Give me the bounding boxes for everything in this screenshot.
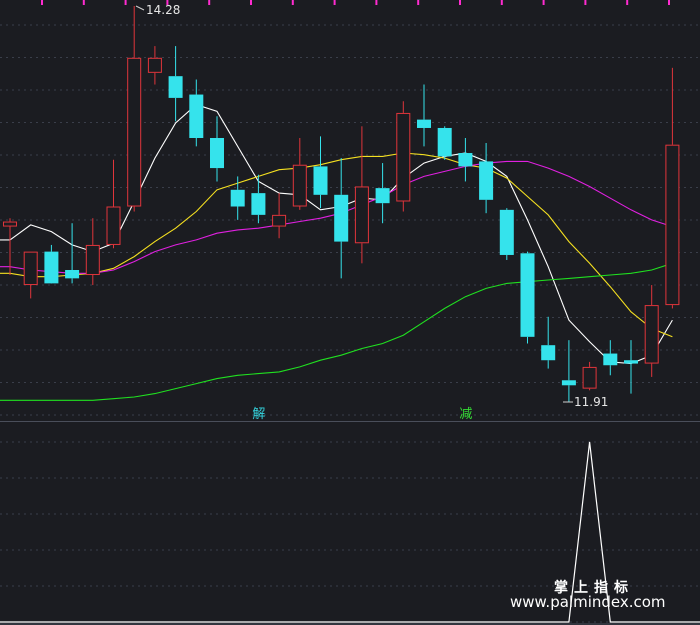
candle-body-down <box>189 94 204 138</box>
chart-canvas: 14.28 11.91 解 减 掌上指标 www.palmindex.com <box>0 0 700 625</box>
candle-body-up <box>644 305 659 364</box>
candle-body-down <box>210 138 224 169</box>
candle <box>396 101 411 212</box>
candle-body-up <box>396 112 411 202</box>
candle-body-up <box>147 57 162 73</box>
candle-body-down <box>417 119 431 128</box>
candle-body-up <box>3 221 17 227</box>
candle-body-down <box>479 161 494 200</box>
candle-body-up <box>127 57 142 207</box>
candle <box>499 208 514 260</box>
low-annotation-label: 11.91 <box>574 395 608 409</box>
candle-body-down <box>375 188 390 204</box>
candle-body-up <box>354 186 369 244</box>
candle-body-up <box>106 206 121 245</box>
candle <box>437 126 452 160</box>
chart-background <box>0 0 700 625</box>
high-annotation-label: 14.28 <box>146 3 180 17</box>
candle-body-down <box>437 127 452 157</box>
candle-body-down <box>65 270 80 279</box>
candle <box>520 251 535 344</box>
candle-body-down <box>230 189 245 207</box>
watermark-url: www.palmindex.com <box>510 593 666 611</box>
candle-body-down <box>334 194 349 242</box>
candle-body-up <box>665 144 680 306</box>
candle-body-down <box>168 76 183 98</box>
candle-body-down <box>251 193 266 215</box>
signal-label-jian: 减 <box>459 407 472 422</box>
candle-body-down <box>520 253 535 337</box>
candle-body-down <box>561 380 576 386</box>
candle-body-up <box>582 366 597 389</box>
candle-body-down <box>313 166 328 195</box>
candle-body-down <box>541 345 556 361</box>
candle-body-up <box>272 214 287 227</box>
candle-body-up <box>85 244 100 276</box>
candle-body-down <box>603 353 618 366</box>
candle-body-up <box>292 164 307 207</box>
candle-body-down <box>458 153 473 167</box>
signal-label-jie: 解 <box>252 407 265 422</box>
candle-body-up <box>23 251 38 286</box>
candle-body-down <box>499 209 514 255</box>
candle-body-down <box>624 360 638 364</box>
candle-body-down <box>44 251 59 284</box>
